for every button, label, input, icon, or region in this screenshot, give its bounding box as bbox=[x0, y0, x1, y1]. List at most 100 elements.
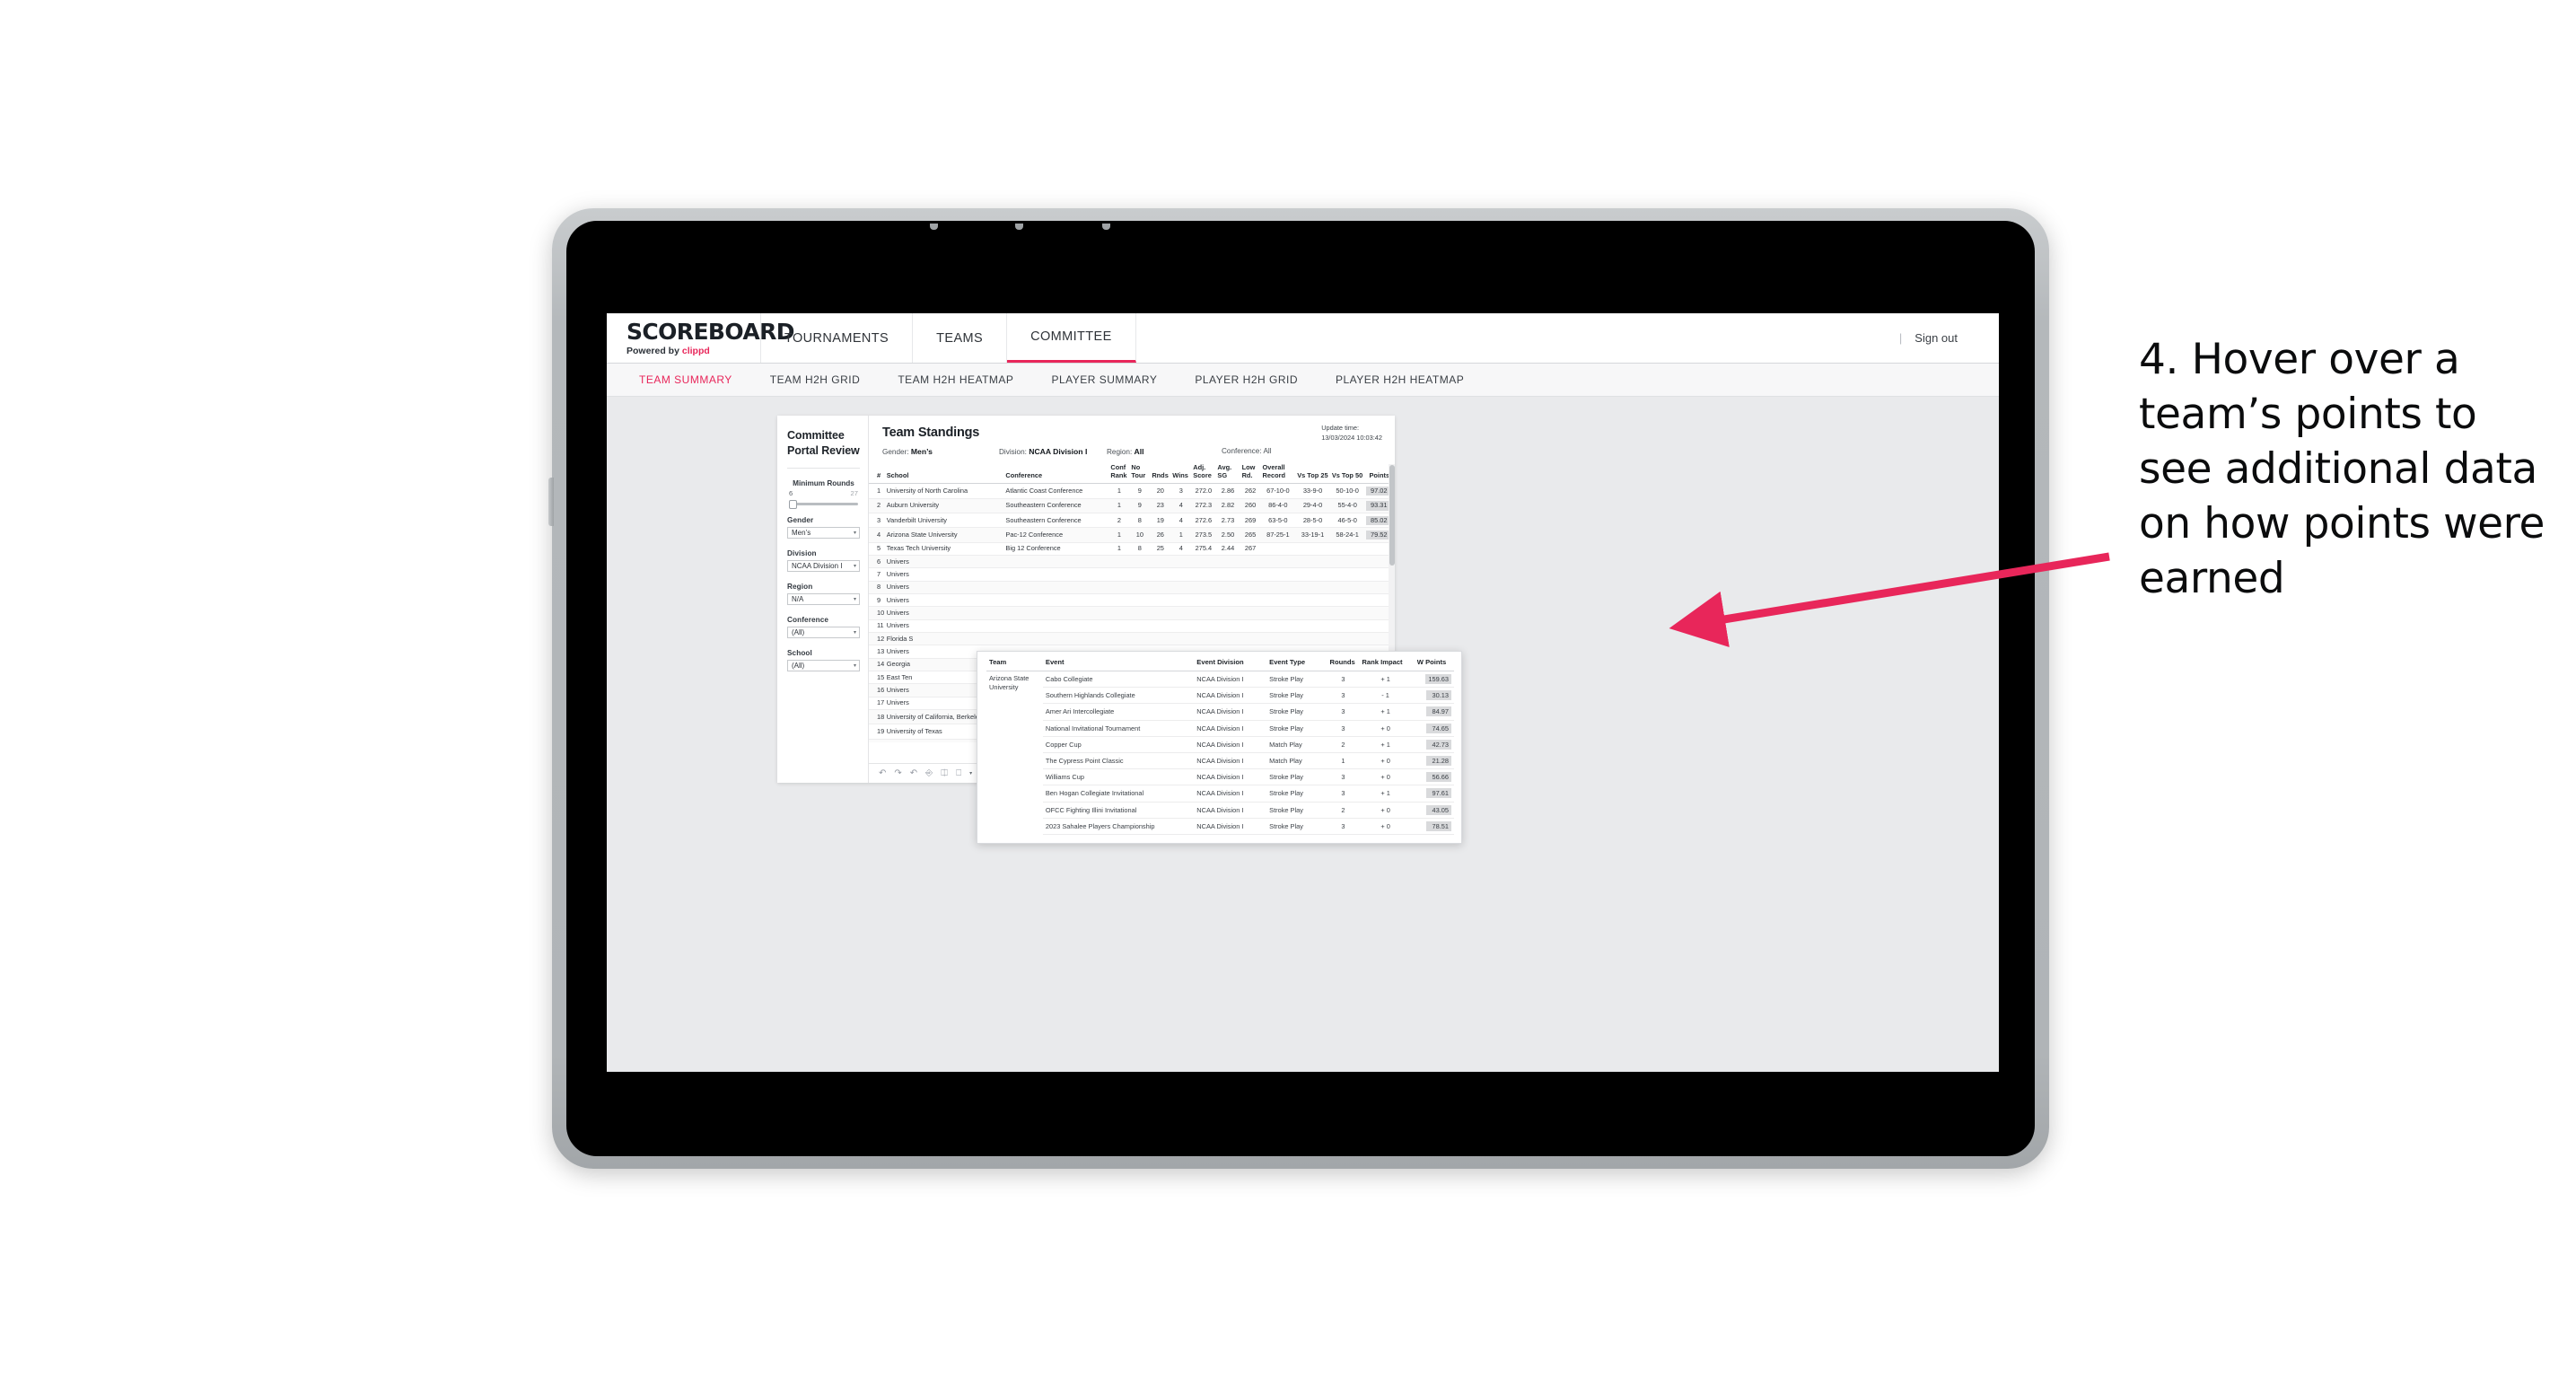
table-row[interactable]: 12 Florida S bbox=[869, 632, 1395, 646]
signout-link[interactable]: Sign out bbox=[1914, 331, 1958, 345]
col-school[interactable]: School bbox=[884, 464, 1004, 485]
table-row[interactable]: 10 Univers bbox=[869, 606, 1395, 620]
tooltip-cell-rounds: 1 bbox=[1327, 752, 1360, 770]
tooltip-cell-event-type: Stroke Play bbox=[1266, 802, 1327, 819]
table-row[interactable]: 4 Arizona State University Pac-12 Conferen… bbox=[869, 527, 1395, 543]
tooltip-col-rounds: Rounds bbox=[1327, 658, 1360, 671]
division-select[interactable]: NCAA Division I ▾ bbox=[787, 560, 860, 572]
school-value: (All) bbox=[792, 662, 805, 670]
col-overall-record[interactable]: Overall Record bbox=[1260, 464, 1296, 485]
cell-rank: 6 bbox=[869, 555, 885, 569]
table-row[interactable]: 5 Texas Tech University Big 12 Conference 1… bbox=[869, 542, 1395, 557]
cell-conference bbox=[1003, 606, 1109, 620]
pause-icon[interactable]: ⎅ bbox=[941, 768, 948, 778]
table-row[interactable]: 11 Univers bbox=[869, 619, 1395, 634]
redo-icon[interactable]: ↷ bbox=[894, 768, 901, 778]
nav-item-tournaments[interactable]: TOURNAMENTS bbox=[761, 313, 914, 363]
col-vs-top-25[interactable]: Vs Top 25 bbox=[1295, 464, 1330, 485]
cell-school: Arizona State University bbox=[884, 527, 1004, 543]
col-conf-rank[interactable]: Conf Rank bbox=[1108, 464, 1130, 485]
slider-handle[interactable] bbox=[789, 499, 797, 509]
breadcrumb-conference: Conference: All bbox=[1222, 447, 1272, 455]
tooltip-points-value: 30.13 bbox=[1426, 690, 1451, 701]
cell-wins: 4 bbox=[1170, 513, 1192, 529]
school-select[interactable]: (All) ▾ bbox=[787, 660, 860, 671]
col-no-tour[interactable]: No Tour bbox=[1129, 464, 1151, 485]
cell-vs-top-25 bbox=[1295, 542, 1330, 557]
cell-conf-rank: 2 bbox=[1108, 513, 1130, 529]
table-row[interactable]: 1 University of North Carolina Atlantic Co… bbox=[869, 483, 1395, 499]
tab-player-h2h-grid[interactable]: PLAYER H2H GRID bbox=[1195, 373, 1298, 386]
tooltip-cell-rank-impact: + 0 bbox=[1359, 768, 1412, 786]
sidebar-divider bbox=[787, 468, 860, 469]
cell-low-rd: 262 bbox=[1240, 483, 1261, 499]
col-low-rd[interactable]: Low Rd. bbox=[1240, 464, 1261, 485]
points-value: 79.52 bbox=[1366, 531, 1390, 540]
nav-item-teams[interactable]: TEAMS bbox=[913, 313, 1008, 363]
tooltip-cell-event-division: NCAA Division I bbox=[1194, 687, 1267, 705]
tooltip-points-value: 97.61 bbox=[1426, 788, 1451, 799]
portal-title: Committee Portal Review bbox=[787, 428, 860, 458]
tooltip-cell-event-type: Stroke Play bbox=[1266, 687, 1327, 705]
tooltip-cell-rank-impact: + 1 bbox=[1359, 736, 1412, 753]
school-filter: School (All) ▾ bbox=[787, 649, 860, 671]
tooltip-cell-rounds: 3 bbox=[1327, 687, 1360, 705]
col-avg-sg[interactable]: Avg. SG bbox=[1215, 464, 1240, 485]
conference-select[interactable]: (All) ▾ bbox=[787, 627, 860, 638]
cell-adj-score: 272.0 bbox=[1191, 483, 1216, 499]
logo-wordmark: SCOREBOARD bbox=[626, 318, 795, 345]
tablet-screen: SCOREBOARD Powered by clippd TOURNAMENTS… bbox=[566, 221, 2035, 1156]
undo-icon[interactable]: ↶ bbox=[879, 768, 886, 778]
region-filter: Region N/A ▾ bbox=[787, 583, 860, 605]
cell-overall-record: 86-4-0 bbox=[1260, 498, 1296, 514]
cell-overall-record bbox=[1260, 567, 1296, 582]
tab-team-h2h-grid[interactable]: TEAM H2H GRID bbox=[770, 373, 861, 386]
app-logo[interactable]: SCOREBOARD Powered by clippd bbox=[607, 313, 795, 363]
tooltip-cell-rank-impact: + 0 bbox=[1359, 752, 1412, 770]
table-scrollbar-thumb[interactable] bbox=[1389, 465, 1395, 566]
tooltip-cell-rank-impact: + 0 bbox=[1359, 818, 1412, 835]
cell-vs-top-25: 33-19-1 bbox=[1295, 527, 1330, 543]
col-rank[interactable]: # bbox=[869, 464, 885, 485]
revert-icon[interactable]: ↶ bbox=[910, 768, 917, 778]
cell-no-tour: 9 bbox=[1129, 498, 1151, 514]
tooltip-cell-w-points: 30.13 bbox=[1411, 687, 1454, 705]
region-select[interactable]: N/A ▾ bbox=[787, 593, 860, 605]
tab-player-h2h-heatmap[interactable]: PLAYER H2H HEATMAP bbox=[1336, 373, 1464, 386]
refresh-icon[interactable]: ⎆ bbox=[925, 768, 933, 778]
table-row[interactable]: 7 Univers bbox=[869, 567, 1395, 582]
cell-avg-sg: 2.82 bbox=[1215, 498, 1240, 514]
tooltip-row: Copper Cup NCAA Division I Match Play 2 + 1 4… bbox=[986, 736, 1454, 753]
logo-brand-name: clippd bbox=[681, 345, 710, 356]
cell-conf-rank bbox=[1108, 606, 1130, 620]
cell-rnds bbox=[1150, 555, 1171, 569]
cell-no-tour: 9 bbox=[1129, 483, 1151, 499]
gender-select[interactable]: Men’s ▾ bbox=[787, 527, 860, 539]
device-volume-button bbox=[548, 478, 554, 526]
table-row[interactable]: 3 Vanderbilt University Southeastern Confe… bbox=[869, 513, 1395, 529]
cell-adj-score bbox=[1191, 567, 1216, 582]
primary-nav: TOURNAMENTS TEAMS COMMITTEE bbox=[761, 313, 1136, 363]
table-row[interactable]: 9 Univers bbox=[869, 593, 1395, 608]
nav-item-committee[interactable]: COMMITTEE bbox=[1007, 313, 1136, 363]
cell-wins: 4 bbox=[1170, 542, 1192, 557]
col-conference[interactable]: Conference bbox=[1003, 464, 1109, 485]
chevron-down-icon: ▾ bbox=[853, 663, 856, 669]
tab-team-summary[interactable]: TEAM SUMMARY bbox=[639, 373, 732, 386]
tab-team-h2h-heatmap[interactable]: TEAM H2H HEATMAP bbox=[898, 373, 1013, 386]
table-row[interactable]: 8 Univers bbox=[869, 581, 1395, 595]
table-row[interactable]: 2 Auburn University Southeastern Conferenc… bbox=[869, 498, 1395, 514]
reset-icon[interactable]: ⎕ bbox=[956, 768, 961, 778]
tab-player-summary[interactable]: PLAYER SUMMARY bbox=[1051, 373, 1157, 386]
col-wins[interactable]: Wins bbox=[1170, 464, 1192, 485]
col-adj-score[interactable]: Adj. Score bbox=[1191, 464, 1216, 485]
table-row[interactable]: 6 Univers bbox=[869, 555, 1395, 569]
col-vs-top-50[interactable]: Vs Top 50 bbox=[1329, 464, 1365, 485]
cell-avg-sg bbox=[1215, 606, 1240, 620]
minimum-rounds-slider[interactable] bbox=[789, 499, 858, 509]
cell-overall-record bbox=[1260, 632, 1296, 646]
col-rnds[interactable]: Rnds bbox=[1150, 464, 1171, 485]
tooltip-cell-event-division: NCAA Division I bbox=[1194, 752, 1267, 770]
chevron-down-icon[interactable]: ▾ bbox=[969, 770, 972, 776]
tooltip-cell-rounds: 3 bbox=[1327, 720, 1360, 737]
